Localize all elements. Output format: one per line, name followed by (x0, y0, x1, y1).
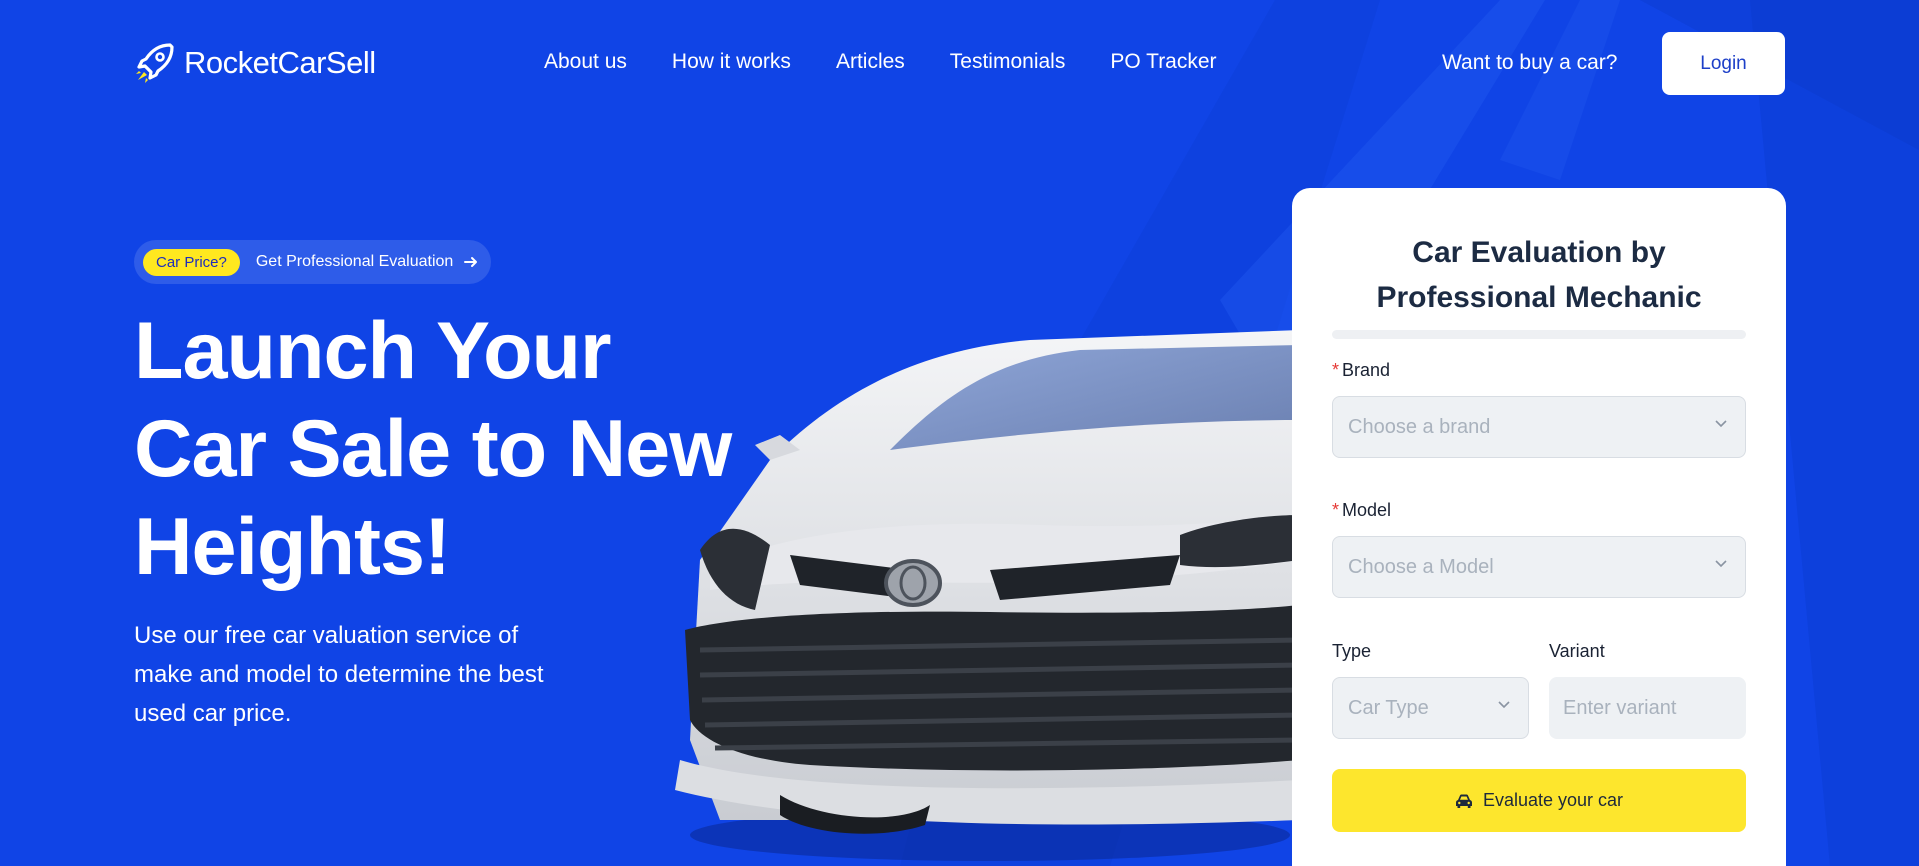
hero-subtext: Use our free car valuation service of ma… (134, 622, 544, 727)
model-label: * Model (1332, 500, 1391, 521)
chevron-down-icon (1715, 420, 1727, 428)
nav-po-tracker[interactable]: PO Tracker (1110, 50, 1216, 74)
site-header: RocketCarSell About us How it works Arti… (0, 0, 1919, 126)
variant-label: Variant (1549, 641, 1605, 661)
login-button[interactable]: Login (1662, 32, 1785, 95)
form-title-line-2: Professional Mechanic (1376, 281, 1702, 314)
model-placeholder: Choose a Model (1348, 555, 1494, 578)
rocket-icon (136, 43, 174, 83)
type-label: Type (1332, 641, 1372, 661)
logo-text: RocketCarSell (184, 45, 376, 80)
evaluate-car-button[interactable]: Evaluate your car (1332, 769, 1746, 832)
variant-placeholder: Enter variant (1563, 696, 1677, 719)
nav-about-us[interactable]: About us (544, 50, 627, 74)
hero-headline: Launch Your Car Sale to New Heights! (134, 302, 774, 596)
model-label-text: Model (1342, 500, 1392, 520)
type-placeholder: Car Type (1348, 696, 1429, 719)
model-select[interactable]: Choose a Model (1332, 536, 1746, 598)
headline-line-1: Launch Your (134, 306, 612, 396)
form-title-line-1: Car Evaluation by (1412, 236, 1666, 269)
logo[interactable]: RocketCarSell (134, 42, 376, 84)
brand-placeholder: Choose a brand (1348, 415, 1491, 438)
form-title: Car Evaluation by Professional Mechanic (1292, 230, 1786, 320)
brand-label-text: Brand (1342, 360, 1391, 380)
chevron-down-icon (1715, 560, 1727, 568)
brand-label: * Brand (1332, 360, 1390, 381)
variant-input[interactable]: Enter variant (1549, 677, 1746, 739)
form-divider (1332, 330, 1746, 339)
car-icon (1455, 794, 1472, 808)
badge-text: Get Professional Evaluation (255, 253, 454, 270)
required-mark: * (1332, 500, 1340, 520)
car-price-pill: Car Price? (143, 248, 240, 276)
required-mark: * (1332, 360, 1340, 380)
evaluation-badge[interactable]: Car Price? Get Professional Evaluation (134, 240, 491, 284)
buy-car-link[interactable]: Want to buy a car? (1442, 51, 1617, 75)
nav-how-it-works[interactable]: How it works (672, 50, 791, 74)
evaluate-button-label: Evaluate your car (1482, 790, 1624, 810)
headline-line-2: Car Sale to New (134, 404, 732, 494)
headline-line-3: Heights! (134, 502, 451, 592)
main-nav: About us How it works Articles Testimoni… (544, 50, 1217, 74)
nav-testimonials[interactable]: Testimonials (950, 50, 1066, 74)
evaluation-form-card: Car Evaluation by Professional Mechanic … (1292, 188, 1786, 866)
nav-articles[interactable]: Articles (836, 50, 905, 74)
type-select[interactable]: Car Type (1332, 677, 1529, 739)
arrow-right-icon (464, 257, 478, 267)
brand-select[interactable]: Choose a brand (1332, 396, 1746, 458)
chevron-down-icon (1498, 701, 1510, 709)
